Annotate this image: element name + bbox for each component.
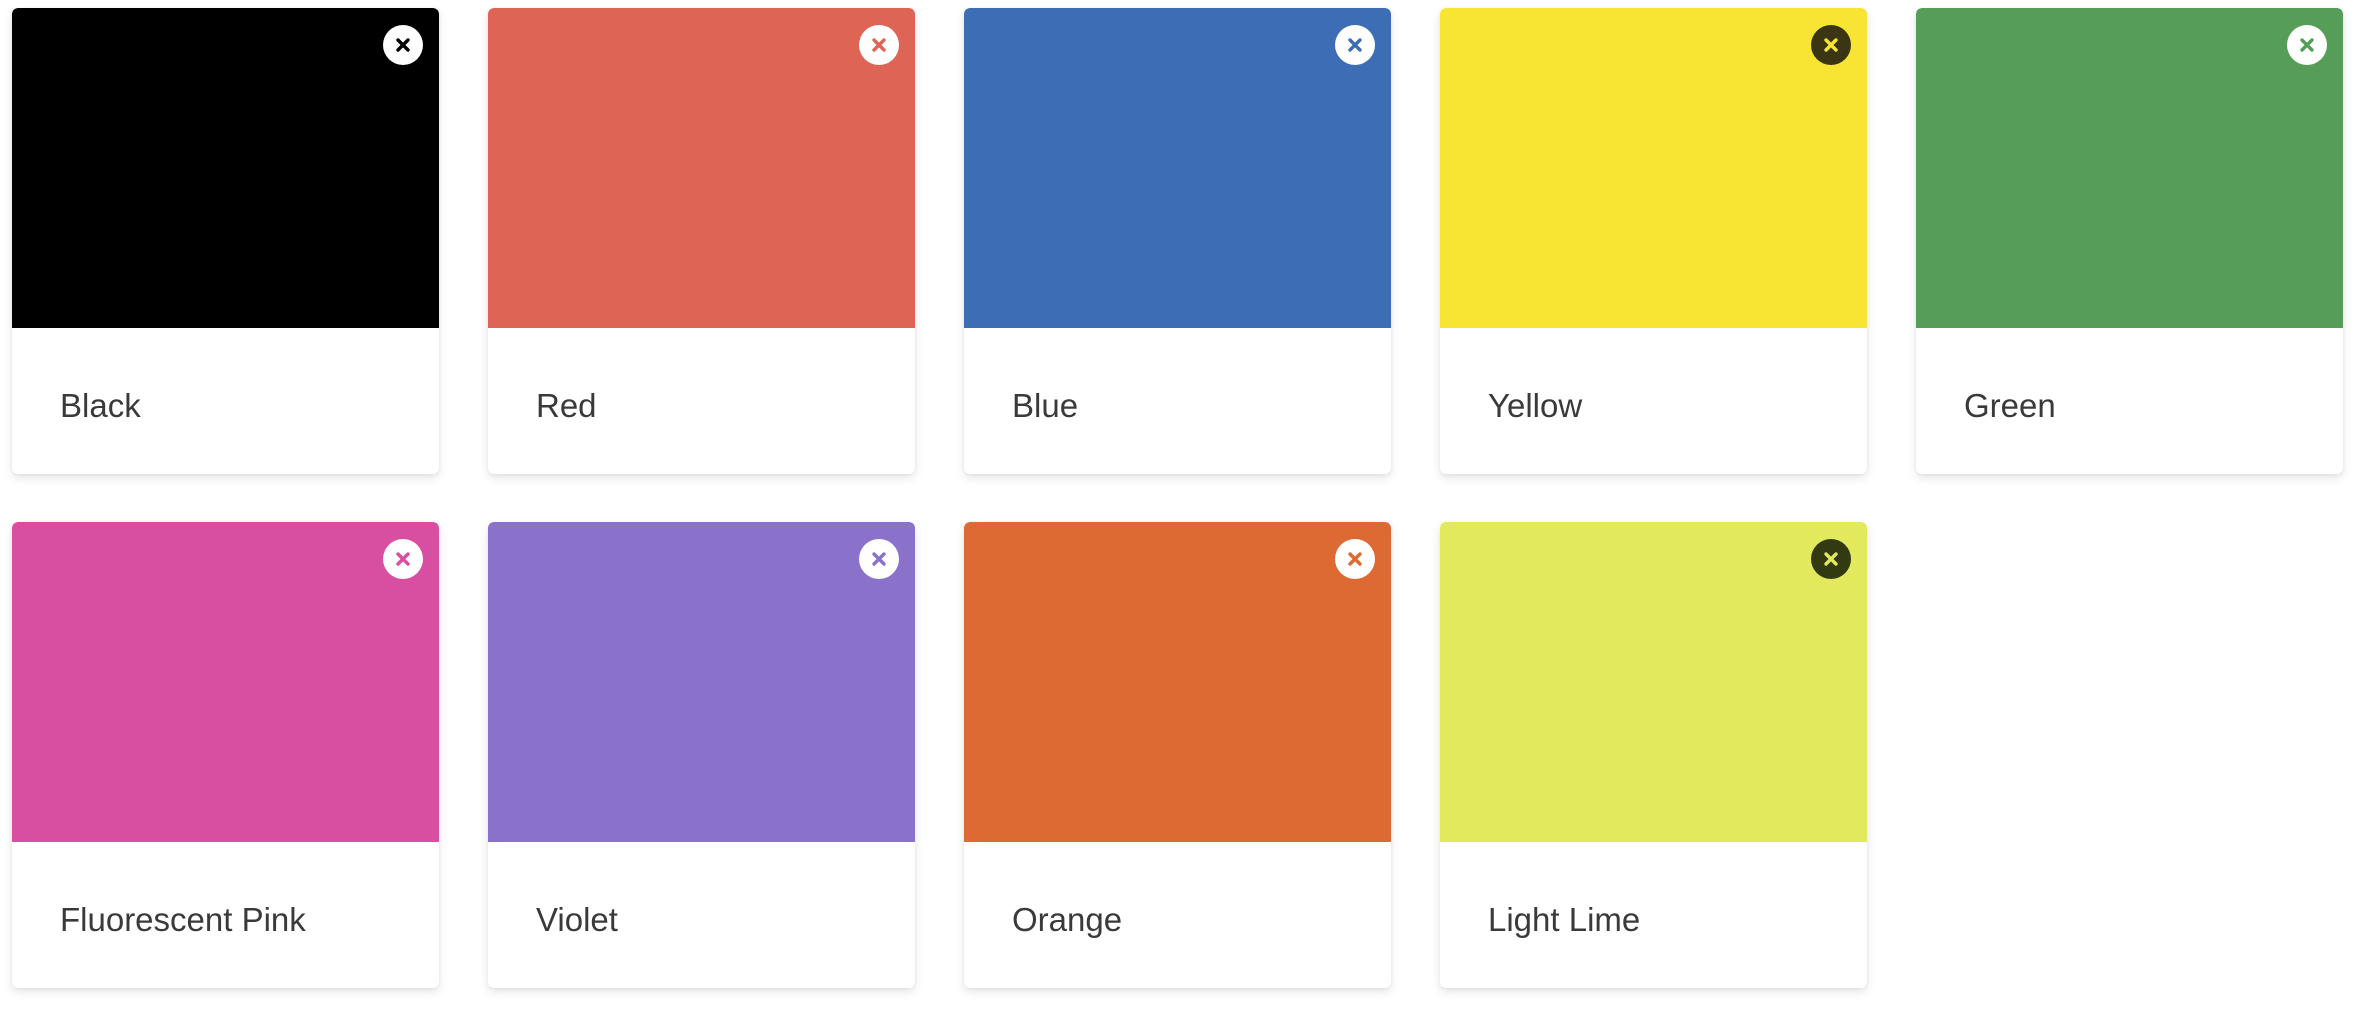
color-card-black[interactable]: Black [12, 8, 439, 474]
color-name: Fluorescent Pink [60, 901, 306, 938]
color-swatch [964, 522, 1391, 842]
color-swatch [1440, 522, 1867, 842]
remove-color-button[interactable] [1335, 539, 1375, 579]
close-icon [1348, 38, 1362, 52]
close-icon [872, 552, 886, 566]
color-swatch [12, 8, 439, 328]
color-name: Black [60, 387, 141, 424]
color-name: Red [536, 387, 597, 424]
close-icon [1348, 552, 1362, 566]
color-card-red[interactable]: Red [488, 8, 915, 474]
remove-color-button[interactable] [383, 25, 423, 65]
close-icon [396, 552, 410, 566]
color-name: Violet [536, 901, 618, 938]
color-card-yellow[interactable]: Yellow [1440, 8, 1867, 474]
color-name: Orange [1012, 901, 1123, 938]
color-grid: Black Red Blue Yellow Green Fluorescent … [0, 0, 2370, 1016]
remove-color-button[interactable] [1811, 25, 1851, 65]
close-icon [1824, 552, 1838, 566]
close-icon [872, 38, 886, 52]
color-card-light-lime[interactable]: Light Lime [1440, 522, 1867, 988]
close-icon [1824, 38, 1838, 52]
color-swatch [488, 522, 915, 842]
close-icon [396, 38, 410, 52]
color-card-green[interactable]: Green [1916, 8, 2343, 474]
remove-color-button[interactable] [859, 539, 899, 579]
color-swatch [488, 8, 915, 328]
remove-color-button[interactable] [383, 539, 423, 579]
color-card-orange[interactable]: Orange [964, 522, 1391, 988]
remove-color-button[interactable] [1335, 25, 1375, 65]
close-icon [2300, 38, 2314, 52]
color-name: Green [1964, 387, 2056, 424]
color-swatch [12, 522, 439, 842]
remove-color-button[interactable] [1811, 539, 1851, 579]
remove-color-button[interactable] [2287, 25, 2327, 65]
color-name: Light Lime [1488, 901, 1641, 938]
color-name: Yellow [1488, 387, 1583, 424]
color-card-blue[interactable]: Blue [964, 8, 1391, 474]
color-swatch [1916, 8, 2343, 328]
remove-color-button[interactable] [859, 25, 899, 65]
color-swatch [964, 8, 1391, 328]
color-name: Blue [1012, 387, 1079, 424]
color-card-violet[interactable]: Violet [488, 522, 915, 988]
color-swatch [1440, 8, 1867, 328]
color-card-fluorescent-pink[interactable]: Fluorescent Pink [12, 522, 439, 988]
